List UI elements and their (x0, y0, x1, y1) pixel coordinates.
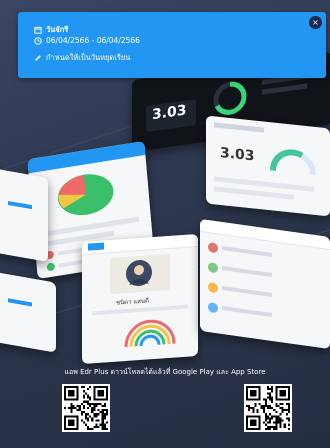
student-name: ชนิดา แสนดี (116, 297, 149, 307)
promo-background: 3.03 วันจักรี 06/04/2566 - 06/04/2566 กำ… (0, 0, 330, 448)
notification-title: วันจักรี (46, 25, 69, 34)
phone-mockup-student-profile: ชนิดา แสนดี (82, 233, 198, 365)
phone-mockup-left-bottom (0, 269, 56, 353)
gauge-icon (269, 149, 316, 176)
google-play-qr-code[interactable] (62, 384, 110, 432)
clock-icon (34, 36, 42, 45)
holiday-notification[interactable]: วันจักรี 06/04/2566 - 06/04/2566 กำหนดให… (18, 12, 326, 78)
pencil-icon (35, 55, 41, 61)
download-promo-text: แอพ Edr Plus ดาวน์โหลดได้แล้วที่ Google … (64, 368, 266, 376)
phone-mockup-left-top (0, 166, 48, 262)
rainbow-chart-icon (124, 319, 176, 348)
phone-mockup-grade-summary: 3.03 (206, 115, 330, 217)
phone-mockup-student-list (200, 218, 330, 350)
pie-chart-icon (57, 174, 114, 216)
calendar-icon (34, 26, 42, 34)
app-store-qr-code[interactable] (244, 384, 292, 432)
notification-date-range: 06/04/2566 - 06/04/2566 (46, 36, 140, 45)
avatar (126, 260, 152, 287)
grade-value: 3.03 (220, 144, 255, 165)
close-button[interactable]: × (309, 16, 322, 29)
notification-note: กำหนดให้เป็นวันหยุดเรียน (46, 53, 131, 62)
progress-ring-icon (213, 81, 247, 115)
